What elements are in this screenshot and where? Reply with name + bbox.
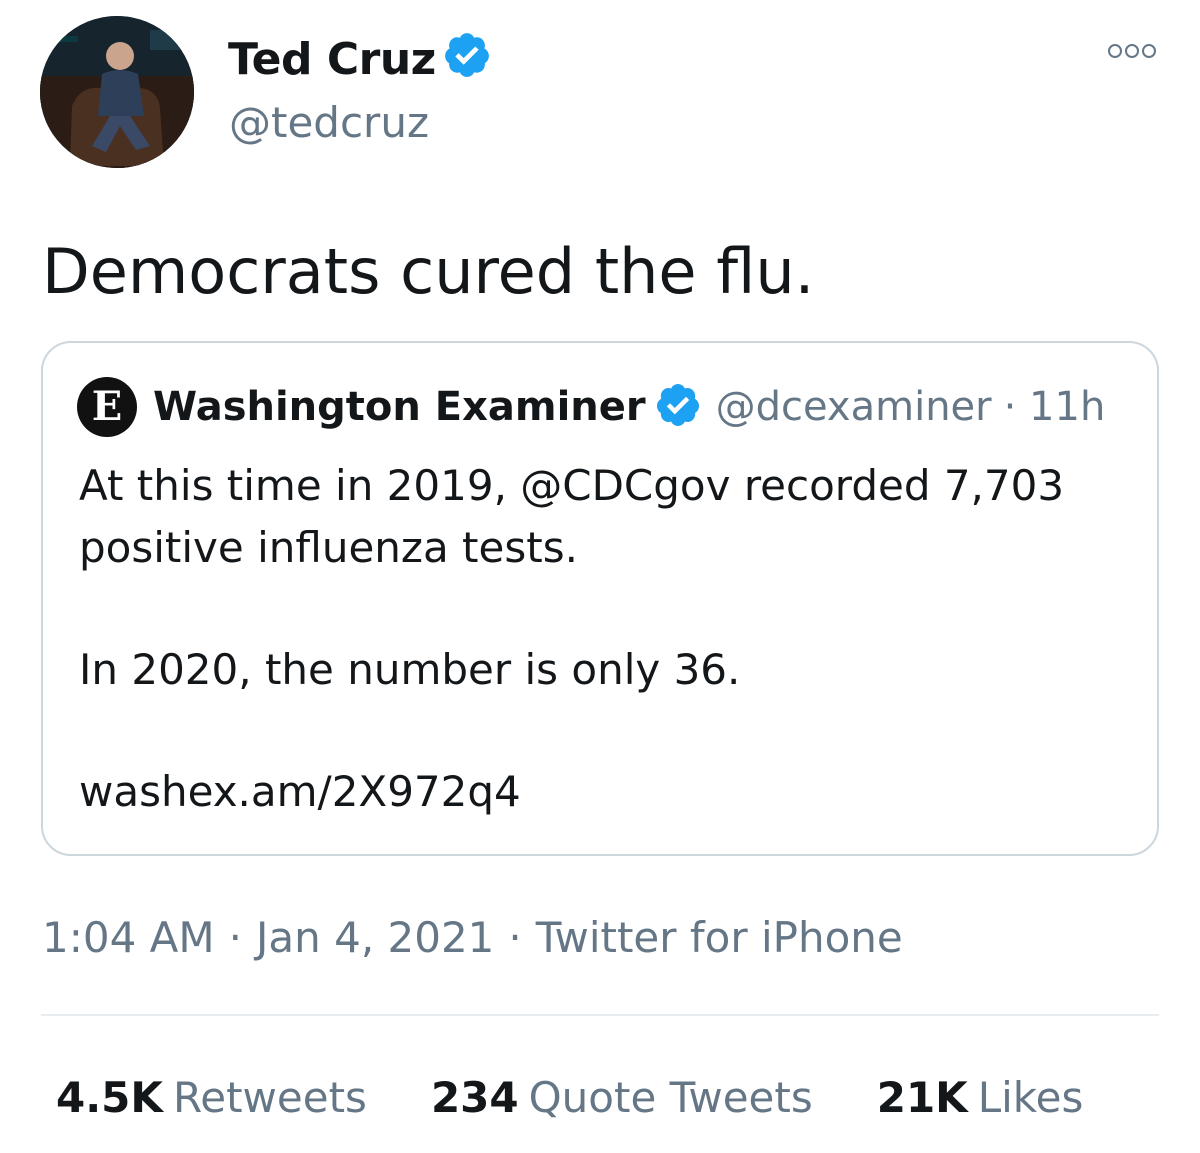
more-dot bbox=[1108, 44, 1122, 58]
divider bbox=[41, 1014, 1159, 1016]
tweet-stats: 4.5K Retweets 234 Quote Tweets 21K Likes bbox=[56, 1070, 1083, 1126]
retweets-count: 4.5K bbox=[56, 1073, 163, 1122]
author-name-row[interactable]: Ted Cruz bbox=[228, 30, 492, 96]
author-name[interactable]: Ted Cruz bbox=[228, 34, 436, 85]
more-options-icon[interactable] bbox=[1108, 44, 1156, 58]
likes-count: 21K bbox=[876, 1073, 968, 1122]
likes-label: Likes bbox=[977, 1073, 1084, 1122]
quoted-tweet-time: · 11h bbox=[1003, 384, 1106, 430]
tweet-detail: Ted Cruz @tedcruz Democrats cured the fl… bbox=[0, 0, 1200, 1153]
tweet-date[interactable]: Jan 4, 2021 bbox=[256, 913, 494, 962]
quoted-tweet-card[interactable]: E Washington Examiner @dcexaminer · 11h … bbox=[41, 341, 1159, 856]
tweet-time[interactable]: 1:04 AM bbox=[42, 913, 215, 962]
quoted-tweet-text: At this time in 2019, @CDCgov recorded 7… bbox=[79, 455, 1127, 823]
tweet-meta: 1:04 AM · Jan 4, 2021 · Twitter for iPhone bbox=[42, 910, 903, 966]
quote-tweets-stat[interactable]: 234 Quote Tweets bbox=[431, 1070, 813, 1126]
quoted-text-line: positive influenza tests. bbox=[79, 523, 578, 572]
quoted-text-line: In 2020, the number is only 36. bbox=[79, 645, 741, 694]
meta-separator: · bbox=[228, 913, 242, 962]
quoted-tweet-header: E Washington Examiner @dcexaminer · 11h bbox=[77, 377, 1105, 437]
author-avatar[interactable] bbox=[40, 16, 194, 168]
retweets-stat[interactable]: 4.5K Retweets bbox=[56, 1070, 367, 1126]
quote-tweets-label: Quote Tweets bbox=[528, 1073, 813, 1122]
quoted-tweet-link[interactable]: washex.am/2X972q4 bbox=[79, 761, 1127, 823]
retweets-label: Retweets bbox=[172, 1073, 367, 1122]
more-dot bbox=[1142, 44, 1156, 58]
avatar-photo bbox=[40, 16, 194, 168]
quote-tweets-count: 234 bbox=[430, 1073, 519, 1122]
tweet-text: Democrats cured the flu. bbox=[42, 235, 815, 308]
quoted-text-line: At this time in 2019, @CDCgov recorded 7… bbox=[79, 461, 1065, 510]
more-dot bbox=[1125, 44, 1139, 58]
verified-badge-icon bbox=[442, 30, 492, 96]
quoted-author-handle: @dcexaminer bbox=[715, 384, 992, 430]
washington-examiner-logo-icon: E bbox=[77, 377, 137, 437]
quoted-author-name: Washington Examiner bbox=[153, 384, 646, 430]
likes-stat[interactable]: 21K Likes bbox=[877, 1070, 1084, 1126]
author-handle[interactable]: @tedcruz bbox=[229, 94, 429, 152]
meta-separator: · bbox=[508, 913, 522, 962]
tweet-source[interactable]: Twitter for iPhone bbox=[536, 913, 903, 962]
verified-badge-icon bbox=[654, 381, 702, 433]
